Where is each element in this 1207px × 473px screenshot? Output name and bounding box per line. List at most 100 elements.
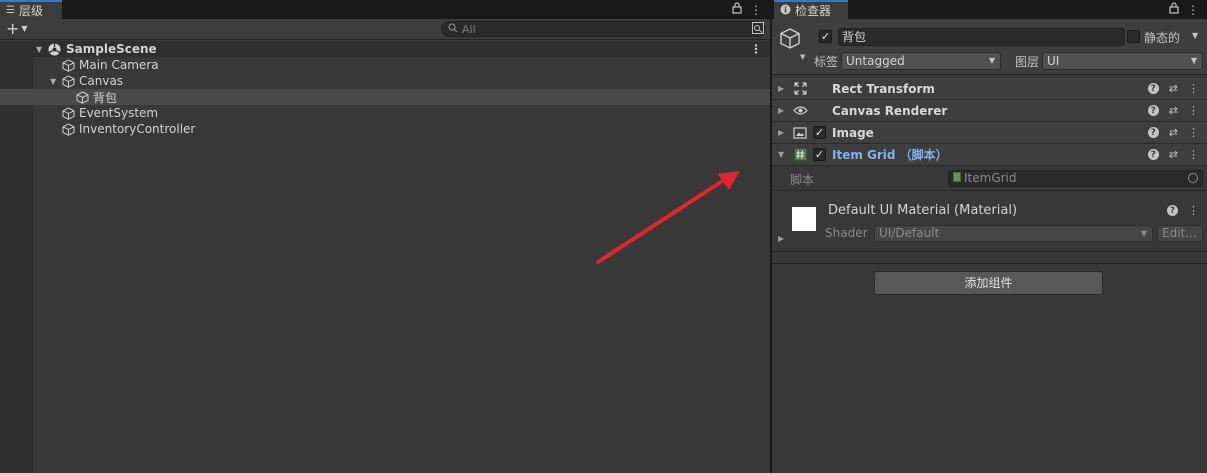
- collapse-arrow-icon[interactable]: ▼: [778, 150, 784, 159]
- help-icon[interactable]: ?: [1167, 205, 1178, 216]
- expand-arrow-icon[interactable]: ▶: [778, 128, 784, 137]
- component-image[interactable]: ▶ ✓ Image ? ⇄ ⋮: [772, 122, 1207, 144]
- gameobject-cube-icon: [61, 58, 75, 72]
- material-title: Default UI Material (Material): [828, 203, 1018, 218]
- script-object-field[interactable]: ItemGrid: [948, 170, 1203, 187]
- script-field-value: ItemGrid: [964, 171, 1017, 185]
- edit-shader-button[interactable]: Edit...: [1157, 225, 1203, 242]
- object-picker-icon[interactable]: [1188, 173, 1198, 183]
- layer-label: 图层: [1015, 55, 1040, 69]
- inspector-panel: 检查器 ⋮ ▼ ✓ 背包 ✓ 静态的 ▼ 标签 Untagged ▼ 图层 UI…: [772, 0, 1207, 473]
- unity-scene-icon: [47, 42, 61, 56]
- help-icon[interactable]: ?: [1147, 127, 1159, 138]
- tag-dropdown[interactable]: Untagged ▼: [841, 52, 1001, 70]
- item-label: 背包: [93, 90, 118, 105]
- material-preview[interactable]: [792, 207, 816, 231]
- scene-label: SampleScene: [66, 42, 157, 56]
- inspector-header: ▼ ✓ 背包 ✓ 静态的 ▼ 标签 Untagged ▼ 图层 UI ▼: [772, 19, 1207, 75]
- search-by-type-icon[interactable]: [752, 22, 764, 37]
- tab-hierarchy[interactable]: ☰ 层级: [0, 0, 62, 19]
- script-field-row: 脚本 ItemGrid: [772, 167, 1207, 191]
- item-label: InventoryController: [79, 122, 196, 136]
- hierarchy-item-canvas[interactable]: ▼ Canvas: [0, 73, 770, 89]
- tab-inspector[interactable]: 检查器: [774, 0, 848, 19]
- preset-icon[interactable]: ⇄: [1169, 104, 1178, 117]
- lock-icon[interactable]: [732, 2, 742, 17]
- search-icon: [448, 22, 458, 36]
- preset-icon[interactable]: ⇄: [1169, 126, 1178, 139]
- component-name: Image: [832, 125, 874, 140]
- component-enabled-checkbox[interactable]: ✓: [813, 148, 826, 161]
- lock-icon[interactable]: [1169, 2, 1179, 17]
- component-name: Canvas Renderer: [832, 103, 948, 118]
- chevron-down-icon: ▼: [800, 53, 806, 61]
- list-icon: ☰: [6, 5, 15, 16]
- active-checkbox[interactable]: ✓: [819, 30, 832, 43]
- kebab-menu-icon[interactable]: ⋮: [1188, 82, 1199, 95]
- component-tools: ? ⇄ ⋮: [1147, 148, 1199, 161]
- script-file-icon: [953, 171, 961, 186]
- component-rect-transform[interactable]: ▶ Rect Transform ? ⇄ ⋮: [772, 78, 1207, 100]
- static-dropdown-icon[interactable]: ▼: [1192, 31, 1198, 40]
- static-label: 静态的: [1144, 31, 1181, 45]
- hierarchy-item-backpack[interactable]: 背包: [0, 89, 770, 105]
- plus-icon: +: [6, 19, 20, 38]
- inspector-tabbar: 检查器 ⋮: [772, 0, 1207, 19]
- chevron-down-icon: ▼: [988, 56, 995, 65]
- add-object-button[interactable]: + ▼: [6, 21, 28, 37]
- gameobject-cube-icon: [61, 122, 75, 136]
- chevron-down-icon: ▼: [21, 24, 28, 33]
- material-tools: ? ⋮: [1167, 204, 1199, 217]
- kebab-menu-icon[interactable]: ⋮: [1188, 126, 1199, 139]
- search-placeholder: All: [462, 22, 476, 36]
- hierarchy-panel: ☰ 层级 ⋮ + ▼ All ▼ SampleScene ⋮ Main Came…: [0, 0, 770, 473]
- component-tools: ? ⇄ ⋮: [1147, 82, 1199, 95]
- help-icon[interactable]: ?: [1147, 83, 1159, 94]
- gameobject-icon[interactable]: ▼: [778, 27, 805, 61]
- hierarchy-item-eventsystem[interactable]: EventSystem: [0, 105, 770, 121]
- hierarchy-item-inventorycontroller[interactable]: InventoryController: [0, 121, 770, 137]
- tag-value: Untagged: [846, 54, 905, 68]
- scene-row[interactable]: ▼ SampleScene ⋮: [0, 41, 770, 57]
- kebab-menu-icon[interactable]: ⋮: [1188, 204, 1199, 217]
- expand-arrow-icon[interactable]: ▼: [50, 77, 56, 86]
- object-name-field[interactable]: 背包: [838, 28, 1125, 46]
- kebab-menu-icon[interactable]: ⋮: [1188, 104, 1199, 117]
- hierarchy-tabbar: ☰ 层级 ⋮: [0, 0, 770, 19]
- kebab-menu-icon[interactable]: ⋮: [1187, 3, 1199, 17]
- add-component-button[interactable]: 添加组件: [874, 271, 1103, 295]
- expand-arrow-icon[interactable]: ▶: [778, 84, 784, 93]
- hierarchy-search-input[interactable]: All: [441, 21, 766, 37]
- script-icon: [792, 147, 808, 163]
- component-name: Rect Transform: [832, 81, 935, 96]
- layer-dropdown[interactable]: UI ▼: [1042, 52, 1203, 70]
- shader-value: UI/Default: [879, 226, 940, 240]
- info-icon: [780, 4, 791, 18]
- image-icon: [792, 125, 808, 141]
- scene-menu-icon[interactable]: ⋮: [750, 42, 762, 56]
- rect-transform-icon: [792, 81, 808, 97]
- expand-arrow-icon[interactable]: ▶: [778, 234, 784, 243]
- chevron-down-icon: ▼: [1140, 229, 1147, 238]
- shader-dropdown[interactable]: UI/Default ▼: [874, 225, 1153, 242]
- kebab-menu-icon[interactable]: ⋮: [750, 3, 762, 17]
- item-label: Canvas: [79, 74, 124, 88]
- eye-icon: [792, 103, 808, 119]
- component-item-grid[interactable]: ▼ ✓ Item Grid （脚本） ? ⇄ ⋮: [772, 144, 1207, 166]
- kebab-menu-icon[interactable]: ⋮: [1188, 148, 1199, 161]
- gameobject-cube-icon: [61, 106, 75, 120]
- tab-inspector-label: 检查器: [795, 4, 832, 18]
- hierarchy-tree: ▼ SampleScene ⋮ Main Camera ▼ Canvas 背包 …: [0, 41, 770, 473]
- hierarchy-item-main-camera[interactable]: Main Camera: [0, 57, 770, 73]
- help-icon[interactable]: ?: [1147, 105, 1159, 116]
- expand-arrow-icon[interactable]: ▼: [36, 45, 42, 54]
- static-checkbox[interactable]: ✓: [1127, 30, 1140, 43]
- gameobject-cube-icon: [61, 74, 75, 88]
- expand-arrow-icon[interactable]: ▶: [778, 106, 784, 115]
- component-tools: ? ⇄ ⋮: [1147, 126, 1199, 139]
- help-icon[interactable]: ?: [1147, 149, 1159, 160]
- component-canvas-renderer[interactable]: ▶ Canvas Renderer ? ⇄ ⋮: [772, 100, 1207, 122]
- component-enabled-checkbox[interactable]: ✓: [813, 126, 826, 139]
- preset-icon[interactable]: ⇄: [1169, 82, 1178, 95]
- preset-icon[interactable]: ⇄: [1169, 148, 1178, 161]
